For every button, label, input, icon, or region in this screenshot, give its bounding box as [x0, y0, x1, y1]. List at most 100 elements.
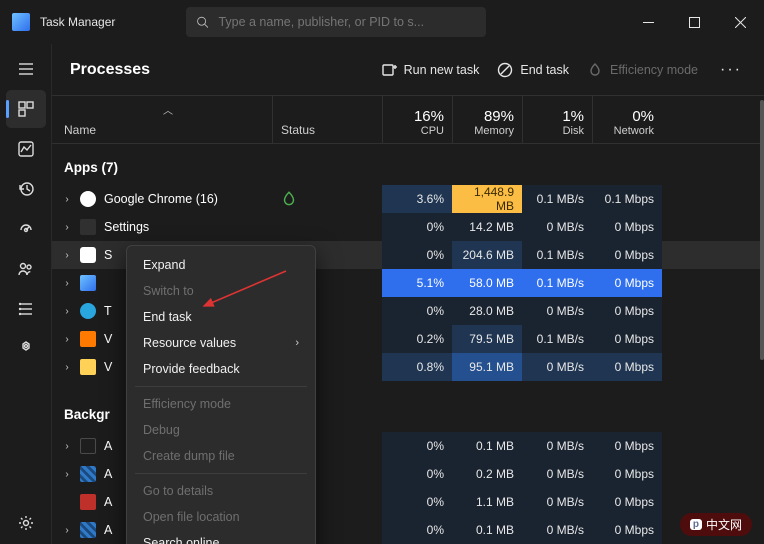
section-apps: Apps (7) — [52, 150, 760, 185]
process-icon — [80, 275, 96, 291]
cpu-cell: 0.2% — [382, 325, 452, 353]
sidebar-hamburger[interactable] — [6, 50, 46, 88]
efficiency-mode-button[interactable]: Efficiency mode — [587, 62, 698, 78]
efficiency-mode-label: Efficiency mode — [610, 63, 698, 77]
scrollbar[interactable] — [760, 100, 764, 540]
memory-cell: 79.5 MB — [452, 325, 522, 353]
cpu-cell: 0% — [382, 213, 452, 241]
sidebar — [0, 44, 52, 544]
memory-cell: 1,448.9 MB — [452, 185, 522, 213]
process-icon — [80, 331, 96, 347]
ctx-search-online[interactable]: Search online — [127, 530, 315, 544]
sidebar-startup[interactable] — [6, 210, 46, 248]
disk-cell: 0.1 MB/s — [522, 185, 592, 213]
cpu-cell: 0% — [382, 516, 452, 544]
end-task-label: End task — [520, 63, 569, 77]
chevron-right-icon[interactable]: › — [62, 469, 72, 480]
end-task-icon — [497, 62, 513, 78]
process-icon — [80, 438, 96, 454]
chevron-right-icon[interactable]: › — [62, 306, 72, 317]
ctx-create-dump: Create dump file — [127, 443, 315, 469]
ctx-separator — [135, 473, 307, 474]
disk-cell: 0.1 MB/s — [522, 325, 592, 353]
disk-cell: 0 MB/s — [522, 432, 592, 460]
cpu-cell: 0% — [382, 460, 452, 488]
ctx-provide-feedback[interactable]: Provide feedback — [127, 356, 315, 382]
sidebar-settings[interactable] — [6, 504, 46, 542]
cpu-cell: 0% — [382, 432, 452, 460]
column-network[interactable]: 0%Network — [592, 96, 662, 143]
run-new-task-button[interactable]: Run new task — [381, 62, 480, 78]
end-task-button[interactable]: End task — [497, 62, 569, 78]
search-icon — [196, 15, 209, 29]
disk-cell: 0 MB/s — [522, 297, 592, 325]
chevron-up-icon: ︿ — [64, 102, 272, 117]
process-icon — [80, 359, 96, 375]
ctx-resource-values[interactable]: Resource values› — [127, 330, 315, 356]
chevron-right-icon[interactable]: › — [62, 278, 72, 289]
chevron-right-icon[interactable]: › — [62, 362, 72, 373]
memory-cell: 58.0 MB — [452, 269, 522, 297]
process-status — [272, 190, 368, 208]
sidebar-app-history[interactable] — [6, 170, 46, 208]
maximize-button[interactable] — [672, 6, 718, 38]
memory-cell: 14.2 MB — [452, 213, 522, 241]
titlebar: Task Manager — [0, 0, 764, 44]
efficiency-icon — [587, 62, 603, 78]
more-button[interactable]: ··· — [716, 61, 746, 79]
sidebar-details[interactable] — [6, 290, 46, 328]
chevron-right-icon[interactable]: › — [62, 441, 72, 452]
process-icon — [80, 303, 96, 319]
ctx-expand[interactable]: Expand — [127, 252, 315, 278]
scroll-thumb[interactable] — [760, 100, 764, 360]
chevron-right-icon[interactable]: › — [62, 525, 72, 536]
disk-cell: 0 MB/s — [522, 460, 592, 488]
process-icon — [80, 522, 96, 538]
sidebar-performance[interactable] — [6, 130, 46, 168]
ctx-end-task[interactable]: End task — [127, 304, 315, 330]
network-cell: 0 Mbps — [592, 241, 662, 269]
column-cpu[interactable]: 16%CPU — [382, 96, 452, 143]
process-name: › Settings — [52, 219, 272, 235]
memory-cell: 95.1 MB — [452, 353, 522, 381]
sidebar-services[interactable] — [6, 330, 46, 368]
page-title: Processes — [70, 61, 150, 79]
sidebar-processes[interactable] — [6, 90, 46, 128]
toolbar: Processes Run new task End task Efficien… — [52, 44, 764, 96]
sidebar-users[interactable] — [6, 250, 46, 288]
network-cell: 0 Mbps — [592, 516, 662, 544]
disk-cell: 0.1 MB/s — [522, 241, 592, 269]
network-cell: 0 Mbps — [592, 213, 662, 241]
memory-cell: 0.2 MB — [452, 460, 522, 488]
cpu-cell: 5.1% — [382, 269, 452, 297]
chevron-right-icon[interactable]: › — [62, 222, 72, 233]
search-input[interactable] — [218, 15, 475, 29]
run-new-task-label: Run new task — [404, 63, 480, 77]
column-status[interactable]: Status — [272, 96, 368, 143]
process-icon — [80, 191, 96, 207]
chevron-right-icon: › — [295, 337, 299, 349]
leaf-icon — [280, 190, 298, 208]
ctx-separator — [135, 386, 307, 387]
search-box[interactable] — [186, 7, 486, 37]
cpu-cell: 0% — [382, 241, 452, 269]
network-cell: 0 Mbps — [592, 353, 662, 381]
chevron-right-icon[interactable]: › — [62, 334, 72, 345]
column-disk[interactable]: 1%Disk — [522, 96, 592, 143]
memory-cell: 0.1 MB — [452, 432, 522, 460]
close-button[interactable] — [718, 6, 764, 38]
minimize-button[interactable] — [626, 6, 672, 38]
process-row[interactable]: › Google Chrome (16) 3.6% 1,448.9 MB 0.1… — [52, 185, 760, 213]
column-memory[interactable]: 89%Memory — [452, 96, 522, 143]
ctx-debug: Debug — [127, 417, 315, 443]
process-icon — [80, 247, 96, 263]
process-row[interactable]: › Settings 0% 14.2 MB 0 MB/s 0 Mbps — [52, 213, 760, 241]
chevron-right-icon[interactable]: › — [62, 194, 72, 205]
column-name[interactable]: ︿ Name — [52, 96, 272, 143]
disk-cell: 0 MB/s — [522, 516, 592, 544]
memory-cell: 204.6 MB — [452, 241, 522, 269]
ctx-open-location: Open file location — [127, 504, 315, 530]
run-task-icon — [381, 62, 397, 78]
column-headers: ︿ Name Status 16%CPU 89%Memory 1%Disk 0%… — [52, 96, 760, 144]
chevron-right-icon[interactable]: › — [62, 250, 72, 261]
